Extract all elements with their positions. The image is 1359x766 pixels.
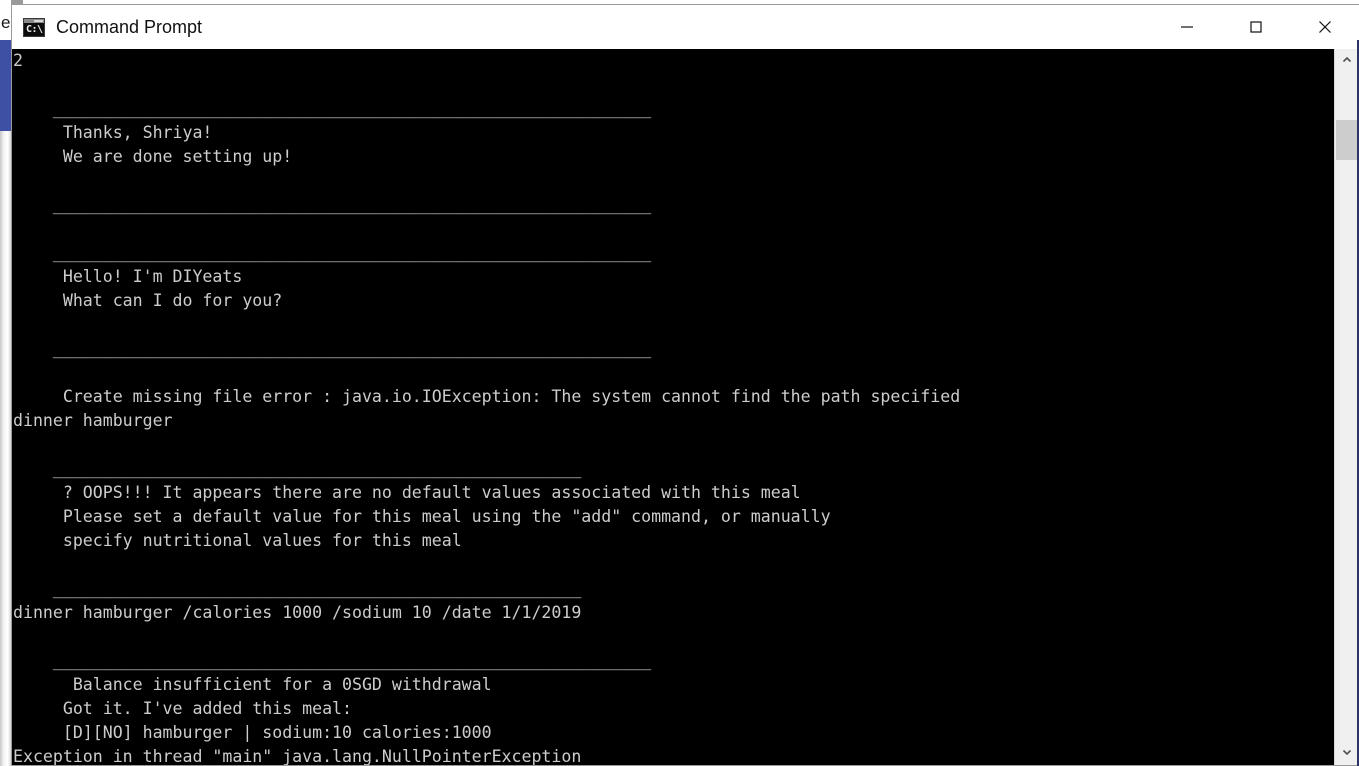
icon-dots bbox=[34, 19, 43, 22]
maximize-button[interactable] bbox=[1221, 5, 1290, 49]
window-titlebar[interactable]: C:\. Command Prompt bbox=[12, 5, 1359, 49]
terminal-scrollbar[interactable] bbox=[1334, 49, 1359, 765]
scrollbar-up-button[interactable] bbox=[1335, 49, 1359, 73]
window-title: Command Prompt bbox=[56, 16, 203, 37]
icon-prompt-text: C:\. bbox=[26, 23, 44, 35]
close-button[interactable] bbox=[1290, 5, 1359, 49]
background-window-label: e bbox=[1, 13, 11, 32]
minimize-icon bbox=[1179, 19, 1195, 35]
terminal-output-area[interactable]: 2 ______________________________________… bbox=[12, 49, 1334, 765]
minimize-button[interactable] bbox=[1152, 5, 1221, 49]
scrollbar-thumb[interactable] bbox=[1336, 120, 1359, 160]
background-window-accent-strip[interactable] bbox=[0, 40, 11, 131]
command-prompt-icon: C:\. bbox=[23, 17, 45, 37]
window-controls bbox=[1152, 5, 1359, 49]
background-window-edge[interactable] bbox=[0, 131, 11, 766]
scrollbar-down-button[interactable] bbox=[1335, 741, 1359, 765]
terminal-text: 2 ______________________________________… bbox=[13, 51, 961, 765]
command-prompt-window: C:\. Command Prompt bbox=[11, 4, 1359, 766]
close-icon bbox=[1316, 18, 1334, 36]
maximize-icon bbox=[1248, 19, 1264, 35]
chevron-down-icon bbox=[1341, 746, 1353, 761]
chevron-up-icon bbox=[1341, 54, 1353, 69]
